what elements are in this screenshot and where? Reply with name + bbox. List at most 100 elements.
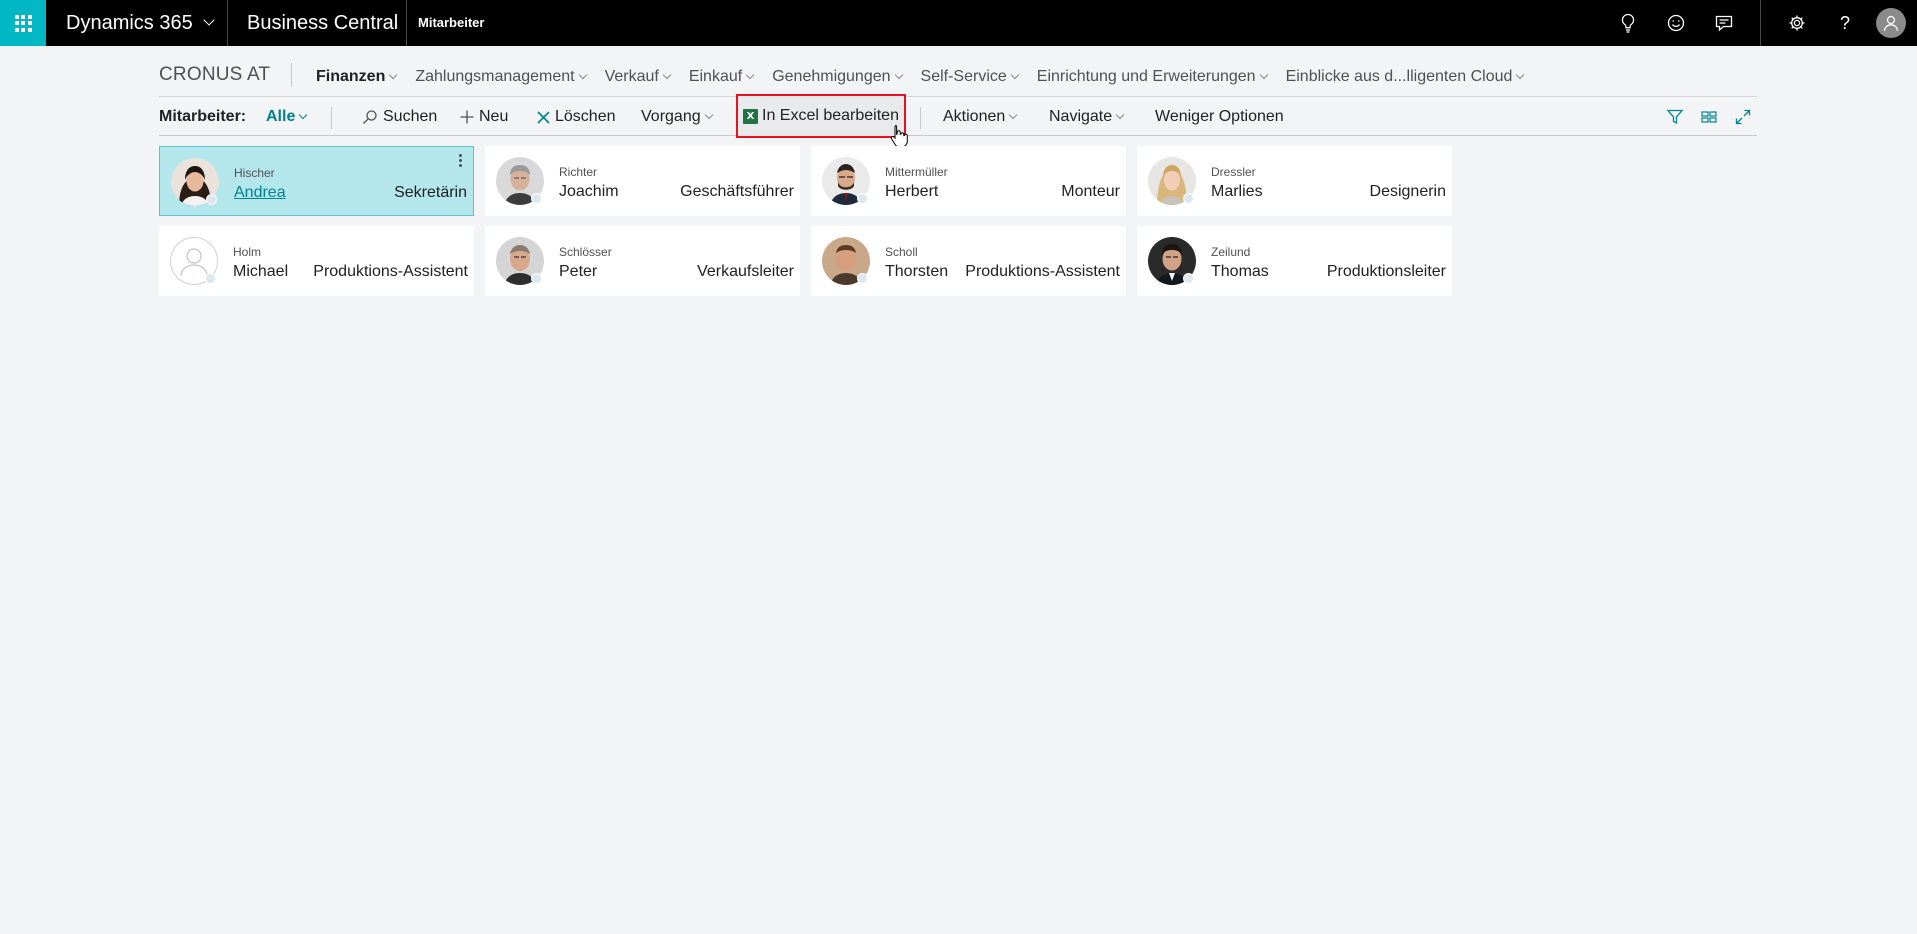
employee-card[interactable]: Schlösser Peter Verkaufsleiter [485, 226, 800, 296]
company-name[interactable]: CRONUS AT [159, 64, 270, 86]
app-launcher-button[interactable] [0, 0, 46, 46]
actions-menu-button[interactable]: Aktionen [943, 98, 1018, 136]
employee-first-name[interactable]: Michael [233, 263, 288, 281]
chevron-down-icon [662, 70, 672, 80]
navigate-label: Navigate [1049, 108, 1113, 125]
presence-indicator [857, 273, 868, 284]
gear-icon [1789, 15, 1805, 31]
employee-job-title: Produktions-Assistent [313, 263, 468, 280]
employee-first-name[interactable]: Thorsten [885, 263, 948, 281]
new-label: Neu [479, 108, 509, 125]
app-name[interactable]: Business Central [247, 0, 398, 46]
employee-card[interactable]: Holm Michael Produktions-Assistent [159, 226, 474, 296]
list-title: Mitarbeiter: [159, 108, 247, 125]
user-icon [1883, 15, 1899, 32]
divider [291, 63, 292, 87]
feedback-button[interactable] [1652, 0, 1700, 46]
employee-card[interactable]: Hischer Andrea Sekretärin [159, 146, 474, 216]
employee-last-name: Zeilund [1211, 245, 1251, 259]
employee-first-name[interactable]: Marlies [1211, 183, 1263, 201]
employee-card[interactable]: Mittermüller Herbert Monteur [811, 146, 1126, 216]
nav-item-self-service[interactable]: Self-Service [921, 68, 1020, 86]
expand-button[interactable] [1729, 98, 1757, 136]
search-button[interactable]: Suchen [362, 98, 437, 136]
filter-icon [1667, 109, 1683, 125]
user-avatar [1876, 8, 1906, 38]
employee-first-name[interactable]: Thomas [1211, 263, 1269, 281]
presence-indicator [857, 193, 868, 204]
delete-button[interactable]: Löschen [537, 98, 616, 136]
nav-item-verkauf[interactable]: Verkauf [605, 68, 672, 86]
divider [1760, 0, 1761, 46]
fewer-options-button[interactable]: Weniger Optionen [1155, 98, 1284, 136]
nav-item-zahlungsmanagement[interactable]: Zahlungsmanagement [415, 68, 587, 86]
role-center-navigation: CRONUS AT Finanzen Zahlungsmanagement Ve… [159, 57, 1757, 97]
product-name: Dynamics 365 [66, 12, 193, 34]
navigate-menu-button[interactable]: Navigate [1049, 98, 1125, 136]
nav-item-einrichtung[interactable]: Einrichtung und Erweiterungen [1037, 68, 1268, 86]
employee-last-name: Hischer [234, 166, 275, 180]
employee-first-name[interactable]: Peter [559, 263, 597, 281]
user-account-button[interactable] [1869, 0, 1913, 46]
employee-card[interactable]: Zeilund Thomas Produktionsleiter [1137, 226, 1452, 296]
settings-button[interactable] [1773, 0, 1821, 46]
process-menu-button[interactable]: Vorgang [641, 98, 713, 136]
employee-card[interactable]: Richter Joachim Geschäftsführer [485, 146, 800, 216]
employee-last-name: Richter [559, 165, 598, 179]
presence-indicator [1183, 193, 1194, 204]
employee-last-name: Holm [233, 245, 262, 259]
chevron-down-icon [1009, 110, 1018, 120]
product-switcher[interactable]: Dynamics 365 [66, 0, 215, 46]
chevron-down-icon [704, 110, 713, 120]
fewer-options-label: Weniger Optionen [1155, 108, 1284, 125]
search-label: Suchen [383, 108, 438, 125]
divider [227, 0, 228, 46]
employee-last-name: Dressler [1211, 165, 1256, 179]
chat-button[interactable] [1700, 0, 1748, 46]
presence-indicator [205, 273, 216, 284]
help-button[interactable]: ? [1821, 0, 1869, 46]
employee-first-name[interactable]: Joachim [559, 183, 619, 201]
top-icons-left [1604, 0, 1748, 46]
employee-first-name[interactable]: Herbert [885, 183, 938, 201]
chevron-down-icon [1115, 110, 1125, 120]
filter-pane-button[interactable] [1661, 98, 1689, 136]
page-title: Mitarbeiter [418, 15, 485, 30]
employee-card[interactable]: Dressler Marlies Designerin [1137, 146, 1452, 216]
lightbulb-icon [1621, 13, 1635, 33]
view-filter-dropdown[interactable]: Alle [266, 98, 308, 136]
hand-cursor-icon [890, 125, 908, 148]
actions-label: Aktionen [943, 108, 1006, 125]
employee-last-name: Schlösser [559, 245, 612, 259]
waffle-icon [14, 14, 32, 32]
chat-icon [1715, 15, 1733, 31]
lightbulb-button[interactable] [1604, 0, 1652, 46]
process-label: Vorgang [641, 108, 701, 125]
chevron-down-icon [1516, 70, 1525, 80]
presence-indicator [531, 273, 542, 284]
view-layout-button[interactable] [1695, 98, 1723, 136]
top-bar: Dynamics 365 Business Central Mitarbeite… [0, 0, 1917, 46]
employee-card[interactable]: Scholl Thorsten Produktions-Assistent [811, 226, 1126, 296]
chevron-down-icon [745, 70, 755, 80]
employee-last-name: Mittermüller [885, 165, 948, 179]
delete-x-icon [537, 110, 550, 124]
employee-job-title: Sekretärin [394, 184, 467, 201]
presence-indicator [1183, 273, 1194, 284]
help-icon: ? [1839, 12, 1850, 33]
edit-in-excel-button[interactable]: X In Excel bearbeiten [736, 94, 906, 138]
nav-item-finanzen[interactable]: Finanzen [316, 68, 398, 86]
nav-menu: Finanzen Zahlungsmanagement Verkauf Eink… [316, 68, 1542, 86]
nav-item-genehmigungen[interactable]: Genehmigungen [772, 68, 903, 86]
view-filter-label: Alle [266, 108, 296, 125]
chevron-down-icon [578, 70, 587, 80]
nav-item-einkauf[interactable]: Einkauf [689, 68, 755, 86]
top-icons-right: ? [1773, 0, 1913, 46]
employee-first-name[interactable]: Andrea [234, 184, 286, 202]
edit-in-excel-label: In Excel bearbeiten [762, 107, 899, 124]
more-options-icon[interactable] [459, 154, 462, 167]
new-button[interactable]: Neu [460, 98, 508, 136]
employee-job-title: Produktions-Assistent [965, 263, 1120, 280]
chevron-down-icon [1259, 70, 1268, 80]
nav-item-einblicke[interactable]: Einblicke aus d...lligenten Cloud [1286, 68, 1525, 86]
